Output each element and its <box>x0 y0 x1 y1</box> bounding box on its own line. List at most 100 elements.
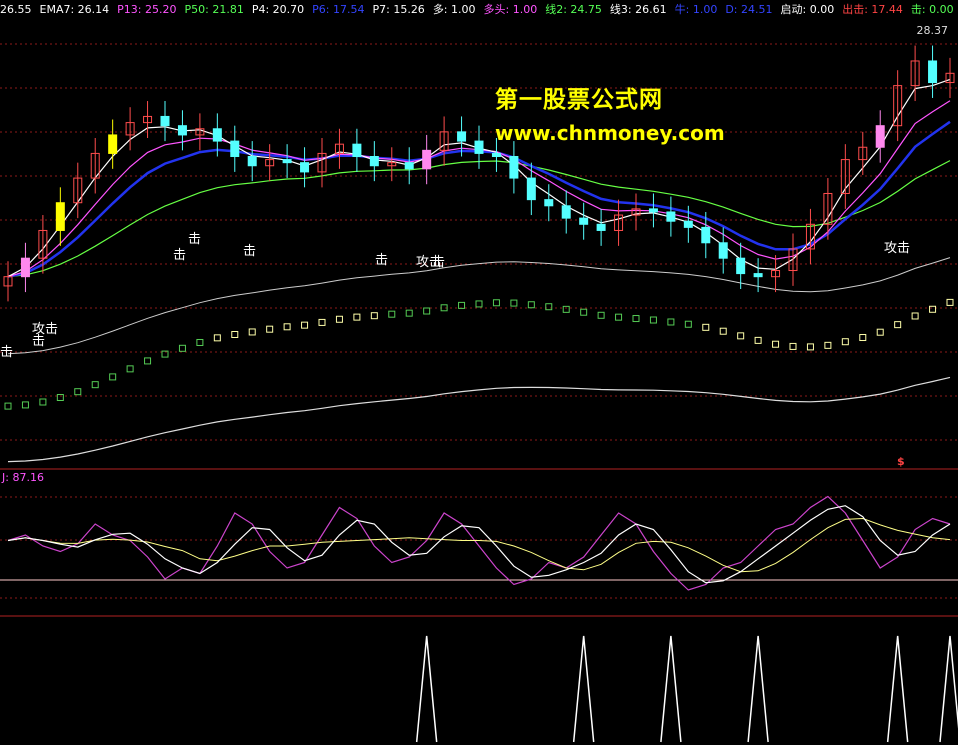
support-box <box>527 301 535 309</box>
candle-body <box>509 155 519 179</box>
legend-item: P4: 20.70 <box>251 3 305 16</box>
candle-body <box>160 115 170 127</box>
support-box <box>231 330 239 338</box>
support-box <box>737 332 745 340</box>
legend-item: 牛: 1.00 <box>674 3 718 16</box>
support-box <box>649 316 657 324</box>
support-box <box>876 328 884 336</box>
candle-body <box>352 143 362 157</box>
signal-spike <box>572 635 595 743</box>
signal-ji-label: 击 <box>375 253 389 268</box>
support-box <box>684 320 692 328</box>
candle-body <box>247 155 257 167</box>
candle-body <box>736 257 746 275</box>
support-box <box>894 321 902 329</box>
p50-line <box>7 160 951 278</box>
stock-chart-window: 26.55 EMA7: 26.14 P13: 25.20 P50: 21.81 P4: … <box>0 0 958 745</box>
support-box <box>946 298 954 306</box>
candle-body <box>648 208 658 213</box>
legend-item: P6: 17.54 <box>312 3 365 16</box>
candle-body <box>282 159 292 164</box>
kdj-j-label: J: 87.16 <box>2 471 44 484</box>
support-box <box>74 388 82 396</box>
support-box <box>353 313 361 321</box>
support-box <box>562 305 570 313</box>
legend-item: 启动: 0.00 <box>780 3 835 16</box>
support-box <box>632 315 640 323</box>
candle-body <box>422 149 432 170</box>
candle-body <box>491 152 501 157</box>
p4-line <box>7 257 951 355</box>
watermark-url: www.chnmoney.com <box>495 121 725 145</box>
candle-body <box>561 205 571 219</box>
support-box <box>841 338 849 346</box>
candle-body <box>212 128 222 142</box>
support-box <box>597 311 605 319</box>
support-box <box>911 312 919 320</box>
support-box <box>806 343 814 351</box>
candle-body <box>20 257 30 278</box>
kdj-k-line <box>7 505 951 584</box>
support-box <box>318 318 326 326</box>
price-high-label: 28.37 <box>916 24 949 37</box>
support-box <box>702 323 710 331</box>
p7-line <box>7 376 951 463</box>
support-box <box>423 307 431 315</box>
signal-gongji-label: 攻击 <box>884 241 911 256</box>
signal-spike <box>415 635 438 743</box>
signal-ji-label: 击 <box>0 345 14 360</box>
legend-item: 26.55 <box>0 3 32 16</box>
support-box <box>213 334 221 342</box>
candle-body <box>544 199 554 207</box>
candle-body <box>596 223 606 231</box>
support-box <box>266 325 274 333</box>
support-box <box>56 393 64 401</box>
candle-body <box>753 273 763 278</box>
support-box <box>388 310 396 318</box>
support-box <box>405 309 413 317</box>
candle-body <box>701 226 711 244</box>
support-box <box>789 342 797 350</box>
support-box <box>492 299 500 307</box>
legend-item: 多: 1.00 <box>432 3 476 16</box>
candle-body <box>526 177 536 201</box>
ema7-line <box>7 78 951 278</box>
legend-item: 线3: 26.61 <box>609 3 667 16</box>
candle-body <box>108 134 118 154</box>
support-box <box>109 373 117 381</box>
support-box <box>283 323 291 331</box>
candle-body <box>55 202 65 231</box>
candle-body <box>457 131 467 142</box>
legend-item: D: 24.51 <box>725 3 773 16</box>
support-box <box>335 315 343 323</box>
candle-body <box>369 155 379 167</box>
legend-item: 多头: 1.00 <box>483 3 538 16</box>
support-box <box>580 308 588 316</box>
kdj-j-line <box>7 495 951 591</box>
support-box <box>458 301 466 309</box>
support-box <box>545 303 553 311</box>
signal-spike <box>886 635 909 743</box>
candle-body <box>718 242 728 259</box>
candle-body <box>177 125 187 136</box>
candle-body <box>474 140 484 154</box>
support-box <box>126 365 134 373</box>
legend-item: 击: 0.00 <box>910 3 954 16</box>
support-box <box>21 401 29 409</box>
signal-spike <box>747 635 769 743</box>
signal-spike <box>939 635 958 743</box>
support-box <box>248 328 256 336</box>
signal-ji-label: 击 <box>173 248 187 263</box>
watermark-title: 第一股票公式网 <box>495 87 663 113</box>
signal-ji-label: 击 <box>432 255 446 270</box>
candle-body <box>300 162 310 173</box>
support-box <box>91 381 99 389</box>
candle-body <box>230 140 240 157</box>
signal-ji-label: 击 <box>188 232 202 247</box>
support-box <box>144 357 152 365</box>
support-box <box>301 321 309 329</box>
price-chart-svg[interactable] <box>0 0 958 745</box>
legend-item: P7: 15.26 <box>372 3 425 16</box>
legend-item: P50: 21.81 <box>184 3 244 16</box>
support-box <box>667 318 675 326</box>
